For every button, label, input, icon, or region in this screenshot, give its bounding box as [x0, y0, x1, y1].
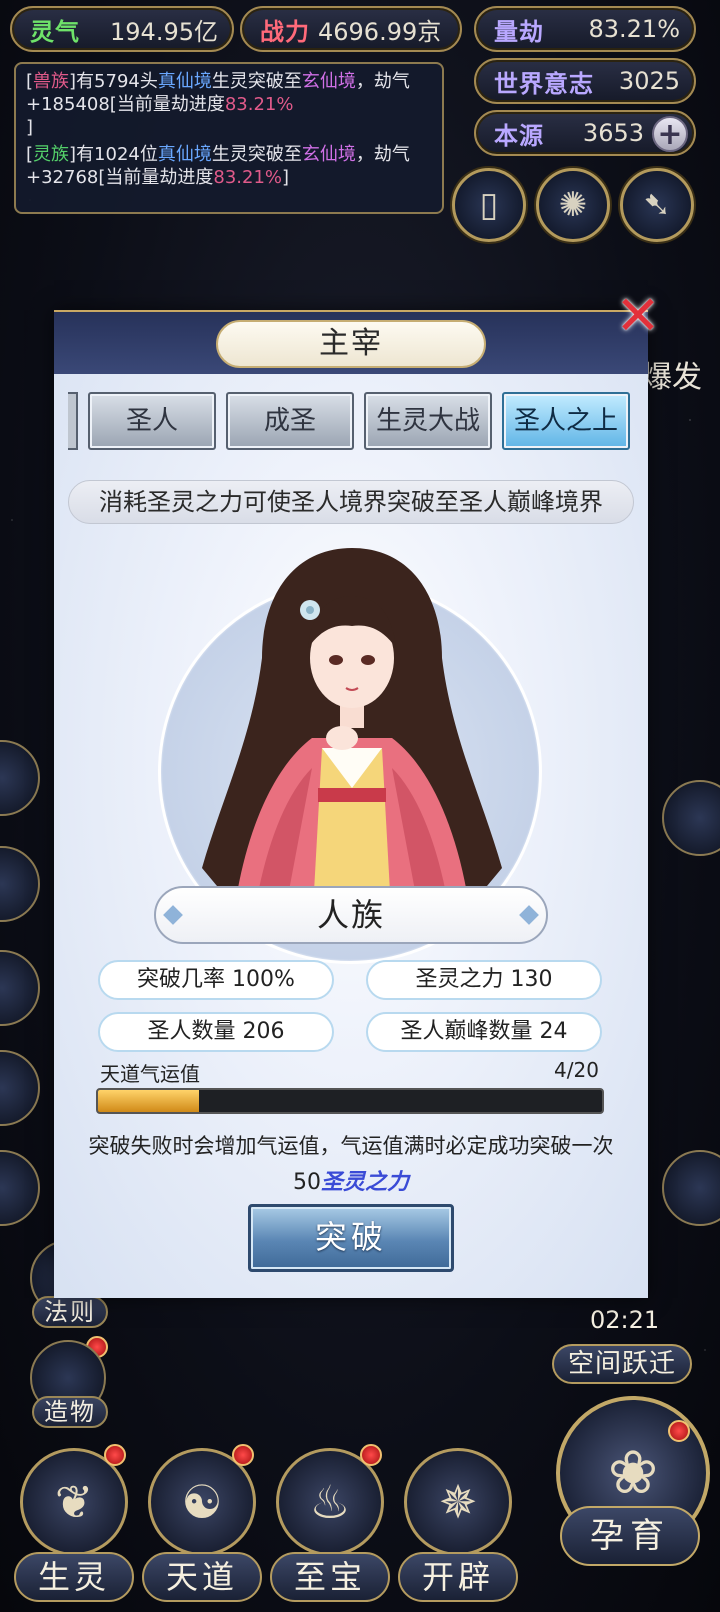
tab-scroll-edge[interactable] — [68, 392, 78, 450]
shijie-yizhi-value: 3025 — [618, 67, 680, 95]
zhanli-pill[interactable]: 战力 4696.99京 — [240, 6, 462, 52]
log-race: 灵族 — [33, 144, 70, 165]
zhanli-value: 4696.99京 — [318, 17, 442, 46]
notification-dot — [232, 1444, 254, 1466]
sage-dialog: 主宰 圣人 成圣 生灵大战 圣人之上 消耗圣灵之力可使圣人境界突破至圣人巅峰境界 — [54, 310, 648, 1298]
burst-label[interactable]: 爆发 — [642, 352, 702, 396]
nurture-glyph: ❀ — [607, 1438, 659, 1508]
log-bracket: [ — [26, 144, 34, 165]
liangjie-label: 量劫 — [494, 17, 544, 46]
swirl-icon: ✺ — [558, 185, 588, 225]
log-entry: [兽族]有5794头真仙境生灵突破至玄仙境，劫气+185408[当前量劫进度83… — [26, 70, 432, 139]
swirl-button[interactable]: ✺ — [536, 168, 610, 242]
zhanli-label: 战力 — [260, 17, 310, 46]
treasure-glyph: ♨ — [309, 1475, 351, 1529]
lingqi-pill[interactable]: 灵气 194.95亿 — [10, 6, 234, 52]
tab-sheng-ren[interactable]: 圣人 — [88, 392, 216, 450]
diamond-icon — [519, 905, 539, 925]
sage-count-stat: 圣人数量 206 — [98, 1012, 334, 1052]
tab-cheng-sheng[interactable]: 成圣 — [226, 392, 354, 450]
dialog-title: 主宰 — [216, 320, 486, 368]
tab-sheng-ren-zhi-shang[interactable]: 圣人之上 — [502, 392, 630, 450]
feather-button[interactable]: ➷ — [620, 168, 694, 242]
dialog-description: 消耗圣灵之力可使圣人境界突破至圣人巅峰境界 — [68, 480, 634, 524]
nav-kai-pi[interactable]: ✵ 开辟 — [398, 1448, 518, 1612]
luck-label: 天道气运值 — [100, 1062, 200, 1086]
notification-dot — [104, 1444, 126, 1466]
tab-sheng-ling-da-zhan[interactable]: 生灵大战 — [364, 392, 492, 450]
close-icon[interactable]: ✕ — [610, 288, 666, 344]
log-bracket: [ — [26, 71, 34, 92]
log-realm: 真仙境 — [157, 144, 212, 165]
benyuan-pill[interactable]: 本源 3653 + — [474, 110, 696, 156]
nav-label: 至宝 — [270, 1552, 390, 1602]
luck-progress-bar — [96, 1088, 604, 1114]
break-cost: 50圣灵之力 — [54, 1164, 648, 1196]
log-progress: 83.21% — [224, 94, 294, 115]
benyuan-value: 3653 — [582, 119, 644, 147]
luck-progress-fill — [98, 1090, 199, 1112]
nav-yun-yu[interactable]: ❀ 孕育 — [548, 1396, 718, 1610]
shijie-yizhi-label: 世界意志 — [494, 69, 594, 98]
log-text: 有1024位 — [76, 144, 158, 165]
break-rate-stat: 突破几率 100% — [98, 960, 334, 1000]
log-text: ] — [282, 167, 290, 188]
create-icon: ✵ — [404, 1448, 512, 1556]
log-realm: 玄仙境 — [301, 71, 356, 92]
luck-count: 4/20 — [554, 1058, 599, 1082]
notification-dot — [360, 1444, 382, 1466]
feather-icon: ➷ — [642, 185, 672, 225]
nav-label: 天道 — [142, 1552, 262, 1602]
heaven-glyph: ☯ — [181, 1475, 223, 1529]
shijie-yizhi-pill[interactable]: 世界意志 3025 — [474, 58, 696, 104]
log-text: 有5794头 — [76, 71, 158, 92]
sage-peak-count-stat: 圣人巅峰数量 24 — [366, 1012, 602, 1052]
log-text: 生灵突破至 — [211, 144, 302, 165]
break-through-button[interactable]: 突破 — [248, 1204, 454, 1272]
log-realm: 真仙境 — [157, 71, 212, 92]
diamond-icon — [163, 905, 183, 925]
log-text: 生灵突破至 — [211, 71, 302, 92]
nav-zhi-bao[interactable]: ♨ 至宝 — [270, 1448, 390, 1612]
nav-sheng-ling[interactable]: ❦ 生灵 — [14, 1448, 134, 1612]
event-log: [兽族]有5794头真仙境生灵突破至玄仙境，劫气+185408[当前量劫进度83… — [14, 62, 444, 214]
zao-wu-label[interactable]: 造物 — [32, 1396, 108, 1428]
plus-icon[interactable]: + — [652, 116, 688, 152]
spirit-glyph: ❦ — [54, 1475, 94, 1529]
benyuan-label: 本源 — [494, 121, 544, 150]
space-jump-timer: 02:21 — [590, 1306, 660, 1334]
liangjie-value: 83.21% — [588, 15, 680, 43]
log-entry: [灵族]有1024位真仙境生灵突破至玄仙境，劫气+32768[当前量劫进度83.… — [26, 143, 432, 189]
nav-label: 孕育 — [560, 1506, 700, 1566]
sage-portrait — [202, 548, 502, 928]
space-jump-label: 空间跃迁 — [552, 1344, 692, 1384]
log-race: 兽族 — [33, 71, 70, 92]
cost-resource: 圣灵之力 — [320, 1170, 409, 1195]
create-glyph: ✵ — [438, 1475, 478, 1529]
nav-label: 生灵 — [14, 1552, 134, 1602]
liangjie-pill[interactable]: 量劫 83.21% — [474, 6, 696, 52]
nav-tian-dao[interactable]: ☯ 天道 — [142, 1448, 262, 1612]
log-realm: 玄仙境 — [301, 144, 356, 165]
break-hint: 突破失败时会增加气运值，气运值满时必定成功突破一次 — [88, 1134, 614, 1158]
log-progress: 83.21% — [213, 167, 283, 188]
log-text: ] — [26, 117, 34, 138]
card-icon: ▯ — [479, 185, 499, 225]
spirit-power-stat: 圣灵之力 130 — [366, 960, 602, 1000]
nav-label: 开辟 — [398, 1552, 518, 1602]
notification-dot — [668, 1420, 690, 1442]
log-bracket: ] — [69, 144, 77, 165]
lingqi-value: 194.95亿 — [110, 17, 218, 46]
dialog-tabs: 圣人 成圣 生灵大战 圣人之上 — [54, 392, 648, 450]
race-name: 人族 — [316, 896, 385, 934]
log-bracket: ] — [69, 71, 77, 92]
fa-ze-label[interactable]: 法则 — [32, 1296, 108, 1328]
race-name-plate: 人族 — [154, 886, 548, 944]
cost-amount: 50 — [292, 1170, 321, 1195]
card-button[interactable]: ▯ — [452, 168, 526, 242]
lingqi-label: 灵气 — [30, 17, 80, 46]
